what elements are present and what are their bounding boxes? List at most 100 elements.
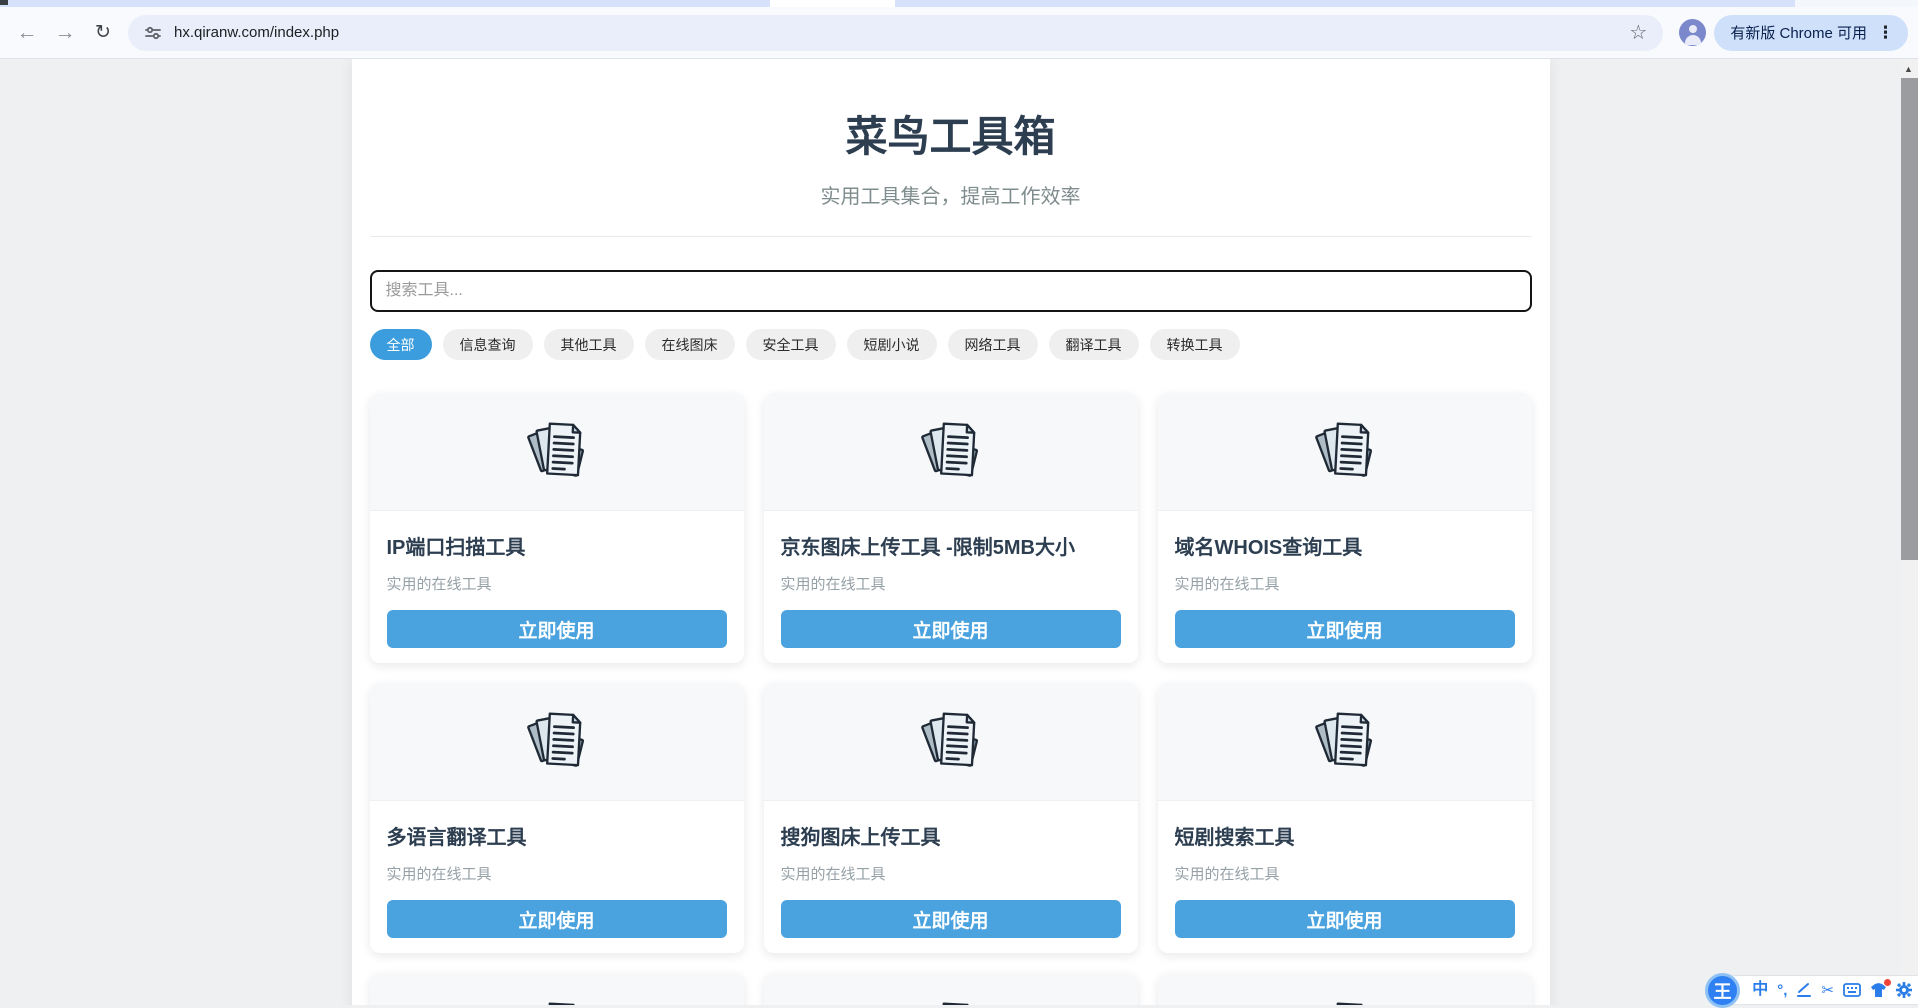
tool-card: 搜狗图床上传工具 实用的在线工具 立即使用 [764, 683, 1138, 953]
filter-chip-7[interactable]: 翻译工具 [1049, 329, 1139, 360]
tool-description: 实用的在线工具 [387, 573, 727, 594]
site-info-icon[interactable] [142, 22, 164, 44]
tool-card-partial [764, 973, 1138, 1005]
browser-toolbar: ← → ↻ hx.qiranw.com/index.php ☆ 有新版 Chro… [0, 7, 1918, 59]
header-divider [370, 236, 1532, 237]
tool-icon-area [370, 683, 744, 801]
page-viewport: 菜鸟工具箱 实用工具集合，提高工作效率 全部信息查询其他工具在线图床安全工具短剧… [0, 59, 1901, 1005]
avatar-person-icon-body [1685, 35, 1701, 45]
tool-card-grid: IP端口扫描工具 实用的在线工具 立即使用 京东图床上传工具 -限制5MB大小 … [370, 393, 1532, 1005]
use-now-button[interactable]: 立即使用 [387, 610, 727, 648]
tool-card: 多语言翻译工具 实用的在线工具 立即使用 [370, 683, 744, 953]
profile-avatar[interactable] [1679, 19, 1706, 46]
use-now-button[interactable]: 立即使用 [781, 610, 1121, 648]
active-tab-bottom [770, 0, 895, 7]
url-text[interactable]: hx.qiranw.com/index.php [174, 24, 1627, 41]
tool-icon-area [1158, 973, 1532, 1005]
reload-button[interactable]: ↻ [84, 14, 122, 52]
browser-chrome: ← → ↻ hx.qiranw.com/index.php ☆ 有新版 Chro… [0, 0, 1918, 59]
tool-card-body: 短剧搜索工具 实用的在线工具 立即使用 [1158, 821, 1532, 953]
tool-description: 实用的在线工具 [781, 863, 1121, 884]
ime-punctuation-icon[interactable]: °, [1777, 983, 1787, 998]
filter-chip-3[interactable]: 在线图床 [645, 329, 735, 360]
tool-card: 短剧搜索工具 实用的在线工具 立即使用 [1158, 683, 1532, 953]
tool-description: 实用的在线工具 [1175, 573, 1515, 594]
tool-icon-area [764, 683, 1138, 801]
forward-button[interactable]: → [46, 14, 84, 52]
ime-toolbar: 王 中 °, ✂ [1720, 975, 1918, 1005]
ime-settings-icon[interactable] [1896, 982, 1912, 998]
tool-card: 京东图床上传工具 -限制5MB大小 实用的在线工具 立即使用 [764, 393, 1138, 663]
back-button[interactable]: ← [8, 14, 46, 52]
use-now-button[interactable]: 立即使用 [387, 900, 727, 938]
page-scrollbar[interactable]: ▲ [1901, 59, 1918, 1005]
tool-title: 京东图床上传工具 -限制5MB大小 [781, 531, 1121, 560]
document-stack-icon [1311, 705, 1379, 778]
tool-card-body: 域名WHOIS查询工具 实用的在线工具 立即使用 [1158, 531, 1532, 663]
avatar-person-icon [1689, 25, 1697, 33]
chrome-update-button[interactable]: 有新版 Chrome 可用 ⋮ [1714, 15, 1908, 51]
use-now-button[interactable]: 立即使用 [781, 900, 1121, 938]
ime-handwriting-icon[interactable] [1796, 982, 1812, 998]
tab-strip [0, 0, 1918, 7]
tool-card-body: 京东图床上传工具 -限制5MB大小 实用的在线工具 立即使用 [764, 531, 1138, 663]
tool-icon-area [370, 973, 744, 1005]
tool-icon-area [1158, 393, 1532, 511]
tool-card-partial [1158, 973, 1532, 1005]
browser-menu-icon[interactable]: ⋮ [1871, 23, 1900, 43]
filter-chip-all[interactable]: 全部 [370, 329, 432, 360]
document-stack-icon [523, 995, 591, 1005]
tool-card: 域名WHOIS查询工具 实用的在线工具 立即使用 [1158, 393, 1532, 663]
tabstrip-right-area [1795, 0, 1918, 7]
tool-title: IP端口扫描工具 [387, 531, 727, 560]
filter-chip-6[interactable]: 网络工具 [948, 329, 1038, 360]
ime-keyboard-icon[interactable] [1843, 983, 1861, 997]
page-subtitle: 实用工具集合，提高工作效率 [370, 180, 1532, 209]
tool-description: 实用的在线工具 [387, 863, 727, 884]
tool-title: 域名WHOIS查询工具 [1175, 531, 1515, 560]
ime-logo-icon[interactable]: 王 [1705, 973, 1740, 1008]
filter-chip-5[interactable]: 短剧小说 [847, 329, 937, 360]
chrome-update-label: 有新版 Chrome 可用 [1730, 22, 1867, 43]
document-stack-icon [917, 995, 985, 1005]
tool-card-partial [370, 973, 744, 1005]
use-now-button[interactable]: 立即使用 [1175, 610, 1515, 648]
document-stack-icon [917, 415, 985, 488]
document-stack-icon [523, 705, 591, 778]
tool-card-body: IP端口扫描工具 实用的在线工具 立即使用 [370, 531, 744, 663]
tool-description: 实用的在线工具 [781, 573, 1121, 594]
tool-card: IP端口扫描工具 实用的在线工具 立即使用 [370, 393, 744, 663]
window-corner [0, 0, 8, 5]
tool-icon-area [370, 393, 744, 511]
tool-title: 多语言翻译工具 [387, 821, 727, 850]
use-now-button[interactable]: 立即使用 [1175, 900, 1515, 938]
document-stack-icon [1311, 415, 1379, 488]
page-title: 菜鸟工具箱 [370, 59, 1532, 164]
tool-card-body: 多语言翻译工具 实用的在线工具 立即使用 [370, 821, 744, 953]
tool-card-body: 搜狗图床上传工具 实用的在线工具 立即使用 [764, 821, 1138, 953]
tool-description: 实用的在线工具 [1175, 863, 1515, 884]
filter-chip-8[interactable]: 转换工具 [1150, 329, 1240, 360]
ime-chinese-mode-icon[interactable]: 中 [1752, 982, 1768, 998]
tool-title: 短剧搜索工具 [1175, 821, 1515, 850]
search-input[interactable] [370, 270, 1532, 312]
ime-skin-badge [1884, 979, 1891, 986]
tool-icon-area [764, 393, 1138, 511]
document-stack-icon [523, 415, 591, 488]
tool-icon-area [764, 973, 1138, 1005]
tool-title: 搜狗图床上传工具 [781, 821, 1121, 850]
tool-icon-area [1158, 683, 1532, 801]
filter-chip-2[interactable]: 其他工具 [544, 329, 634, 360]
address-bar[interactable]: hx.qiranw.com/index.php ☆ [128, 15, 1663, 51]
main-container: 菜鸟工具箱 实用工具集合，提高工作效率 全部信息查询其他工具在线图床安全工具短剧… [352, 59, 1550, 1005]
document-stack-icon [917, 705, 985, 778]
ime-scissors-icon[interactable]: ✂ [1821, 983, 1834, 998]
filter-chip-row: 全部信息查询其他工具在线图床安全工具短剧小说网络工具翻译工具转换工具 [370, 329, 1532, 360]
bookmark-star-icon[interactable]: ☆ [1627, 20, 1649, 45]
scrollbar-up-arrow[interactable]: ▲ [1904, 65, 1914, 73]
scrollbar-thumb[interactable] [1901, 78, 1918, 560]
filter-chip-1[interactable]: 信息查询 [443, 329, 533, 360]
ime-skin-icon[interactable] [1870, 983, 1887, 998]
filter-chip-4[interactable]: 安全工具 [746, 329, 836, 360]
document-stack-icon [1311, 995, 1379, 1005]
